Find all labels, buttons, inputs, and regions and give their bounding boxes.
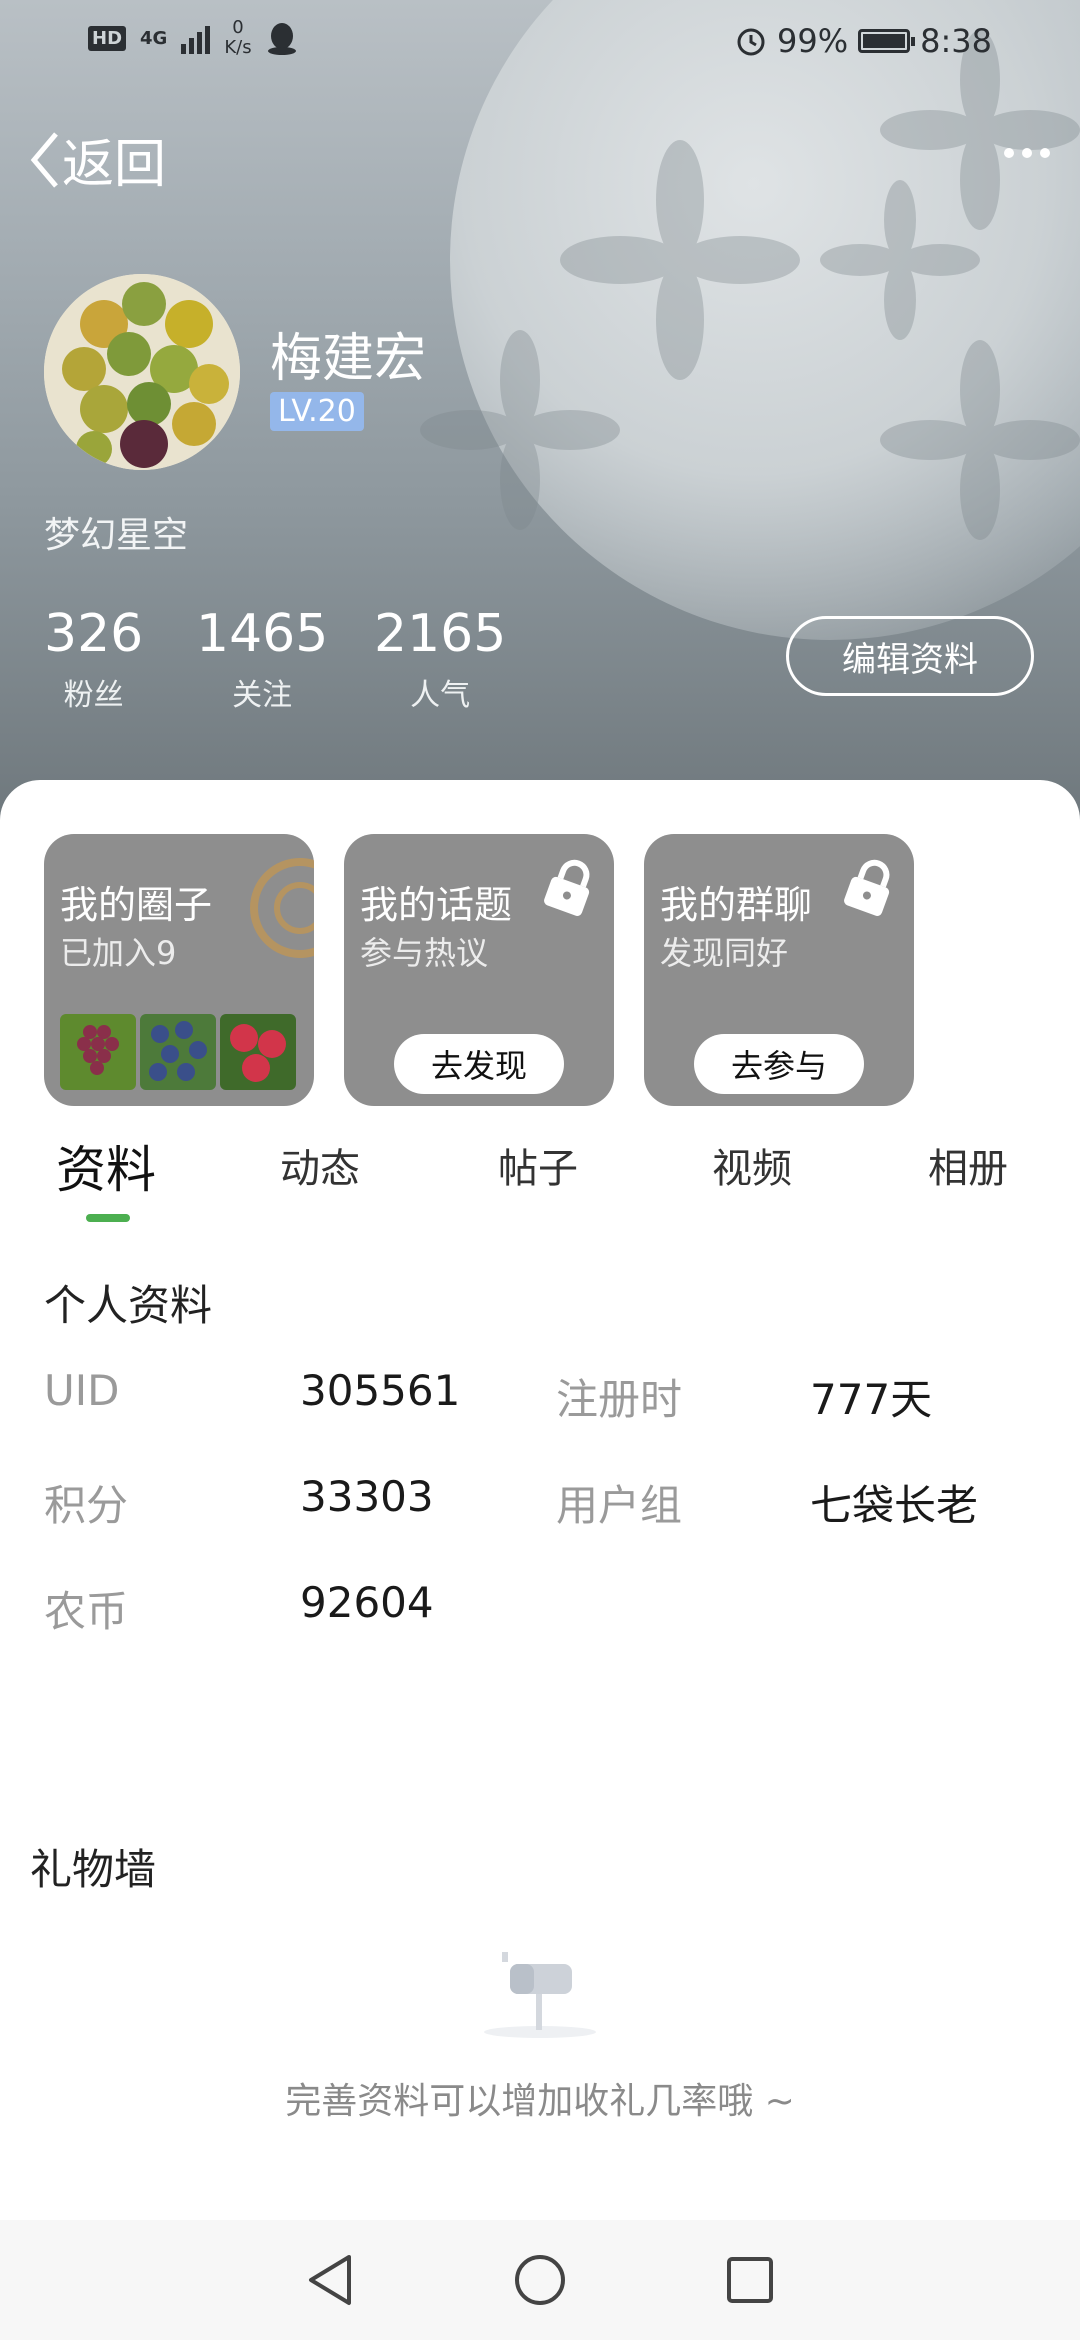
lock-icon	[544, 859, 590, 916]
card-title: 我的圈子	[60, 883, 213, 927]
card-title: 我的群聊	[660, 883, 813, 927]
info-key: UID	[44, 1366, 120, 1415]
square-recents-icon	[727, 2257, 773, 2303]
qq-icon	[267, 23, 296, 55]
stat-value: 2165	[374, 604, 507, 664]
network-type: 4G	[140, 27, 168, 49]
raspberry-thumbnail	[220, 1014, 296, 1090]
tab-posts[interactable]: 帖子	[498, 1136, 578, 1194]
network-speed: 0 K/s	[224, 18, 251, 58]
battery-icon	[858, 29, 916, 53]
flower-decoration	[880, 340, 1080, 540]
card-title: 我的话题	[360, 883, 513, 927]
tab-videos[interactable]: 视频	[712, 1136, 792, 1194]
my-topics-card[interactable]: 我的话题 参与热议 去发现	[344, 834, 614, 1106]
info-key: 用户组	[556, 1481, 683, 1530]
battery-percent: 99%	[777, 22, 849, 60]
back-label: 返回	[62, 135, 167, 195]
stat-popularity[interactable]: 2165 人气	[374, 604, 506, 714]
network-speed-unit: K/s	[224, 37, 252, 58]
avatar-image	[44, 274, 240, 470]
card-subtitle: 参与热议	[360, 934, 489, 972]
more-icon	[1004, 148, 1014, 158]
tab-activity[interactable]: 动态	[280, 1136, 360, 1194]
grape-thumbnail	[60, 1014, 136, 1090]
info-value: 777天	[810, 1375, 933, 1424]
username: 梅建宏	[270, 329, 427, 389]
my-circles-card[interactable]: 我的圈子 已加入9	[44, 834, 314, 1106]
clock: 8:38	[920, 22, 992, 60]
info-key: 积分	[44, 1481, 129, 1530]
network-speed-value: 0	[232, 17, 244, 38]
chevron-left-icon	[30, 131, 58, 188]
flower-decoration	[420, 330, 620, 530]
blueberry-thumbnail	[140, 1014, 216, 1090]
stat-label: 粉丝	[63, 678, 124, 713]
stat-value: 1465	[196, 604, 329, 664]
lock-icon	[844, 859, 890, 916]
info-value: 七袋长老	[810, 1481, 979, 1530]
my-group-chats-card[interactable]: 我的群聊 发现同好 去参与	[644, 834, 914, 1106]
mailbox-icon	[484, 1952, 596, 2038]
active-tab-indicator	[86, 1214, 130, 1222]
nav-back-button[interactable]	[300, 2250, 360, 2310]
stat-value: 326	[44, 604, 144, 664]
back-button[interactable]: 返回	[28, 122, 166, 197]
info-value: 33303	[300, 1472, 434, 1521]
level-badge: LV.20	[270, 392, 364, 431]
gift-empty-text: 完善资料可以增加收礼几率哦 ~	[285, 2081, 795, 2122]
system-navigation-bar	[0, 2220, 1080, 2340]
info-value: 305561	[300, 1366, 461, 1415]
info-key: 农币	[44, 1587, 129, 1636]
status-bar: HD 4G 0 K/s 99% 8:38	[0, 0, 1080, 84]
card-subtitle: 已加入9	[60, 934, 177, 972]
nav-recents-button[interactable]	[720, 2250, 780, 2310]
nav-home-button[interactable]	[510, 2250, 570, 2310]
tab-profile[interactable]: 资料	[56, 1130, 156, 1202]
info-value: 92604	[300, 1578, 434, 1627]
hd-icon: HD	[88, 25, 127, 51]
tab-albums[interactable]: 相册	[928, 1136, 1008, 1194]
edit-profile-button[interactable]: 编辑资料	[786, 616, 1034, 696]
personal-info-title: 个人资料	[44, 1281, 213, 1330]
triangle-back-icon	[309, 2255, 351, 2305]
stat-followers[interactable]: 326 粉丝	[44, 604, 143, 714]
gift-wall-title: 礼物墙	[30, 1845, 157, 1894]
user-signature: 梦幻星空	[44, 515, 189, 556]
stat-label: 关注	[232, 678, 293, 713]
stat-following[interactable]: 1465 关注	[196, 604, 328, 714]
discover-button[interactable]: 去发现	[394, 1034, 564, 1094]
signal-icon	[181, 22, 211, 54]
join-button[interactable]: 去参与	[694, 1034, 864, 1094]
more-options-button[interactable]	[1004, 148, 1050, 158]
card-subtitle: 发现同好	[660, 934, 789, 972]
circle-home-icon	[515, 2255, 565, 2305]
info-key: 注册时	[556, 1375, 683, 1424]
circle-thumbnails	[60, 1014, 296, 1090]
alarm-icon	[737, 28, 765, 56]
stat-label: 人气	[410, 678, 471, 713]
avatar[interactable]	[44, 274, 240, 470]
